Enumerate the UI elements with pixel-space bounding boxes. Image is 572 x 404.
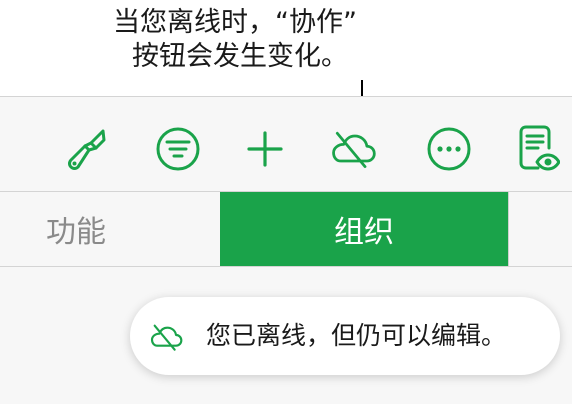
more-button[interactable] [424,124,474,174]
screenshot-stage: 当您离线时，“协作” 按钮会发生变化。 功能 组织 您已离线，但仍可以编辑。 [0,0,572,404]
tab-organize[interactable]: 组织 [220,192,508,266]
callout-line-1: 当您离线时，“协作” [113,7,357,38]
reading-view-icon [519,125,560,171]
offline-toast-message: 您已离线，但仍可以编辑。 [206,321,507,350]
filter-button[interactable] [153,124,203,174]
reading-view-button[interactable] [512,124,562,174]
tab-features[interactable]: 功能 [0,192,220,266]
callout-line-2: 按钮会发生变化。 [132,41,348,72]
offline-toast: 您已离线，但仍可以编辑。 [130,297,560,375]
offline-cloud-icon [332,131,376,168]
segmented-tabs: 功能 组织 [0,192,572,267]
format-brush-button[interactable] [61,124,111,174]
toolbar [0,96,572,192]
offline-cloud-icon [150,324,183,351]
add-button[interactable] [240,124,290,174]
tab-divider [508,192,509,266]
add-icon [247,131,283,167]
format-brush-icon [68,129,106,170]
more-icon [427,127,471,171]
collaborate-button[interactable] [328,124,378,174]
filter-icon [156,127,200,171]
